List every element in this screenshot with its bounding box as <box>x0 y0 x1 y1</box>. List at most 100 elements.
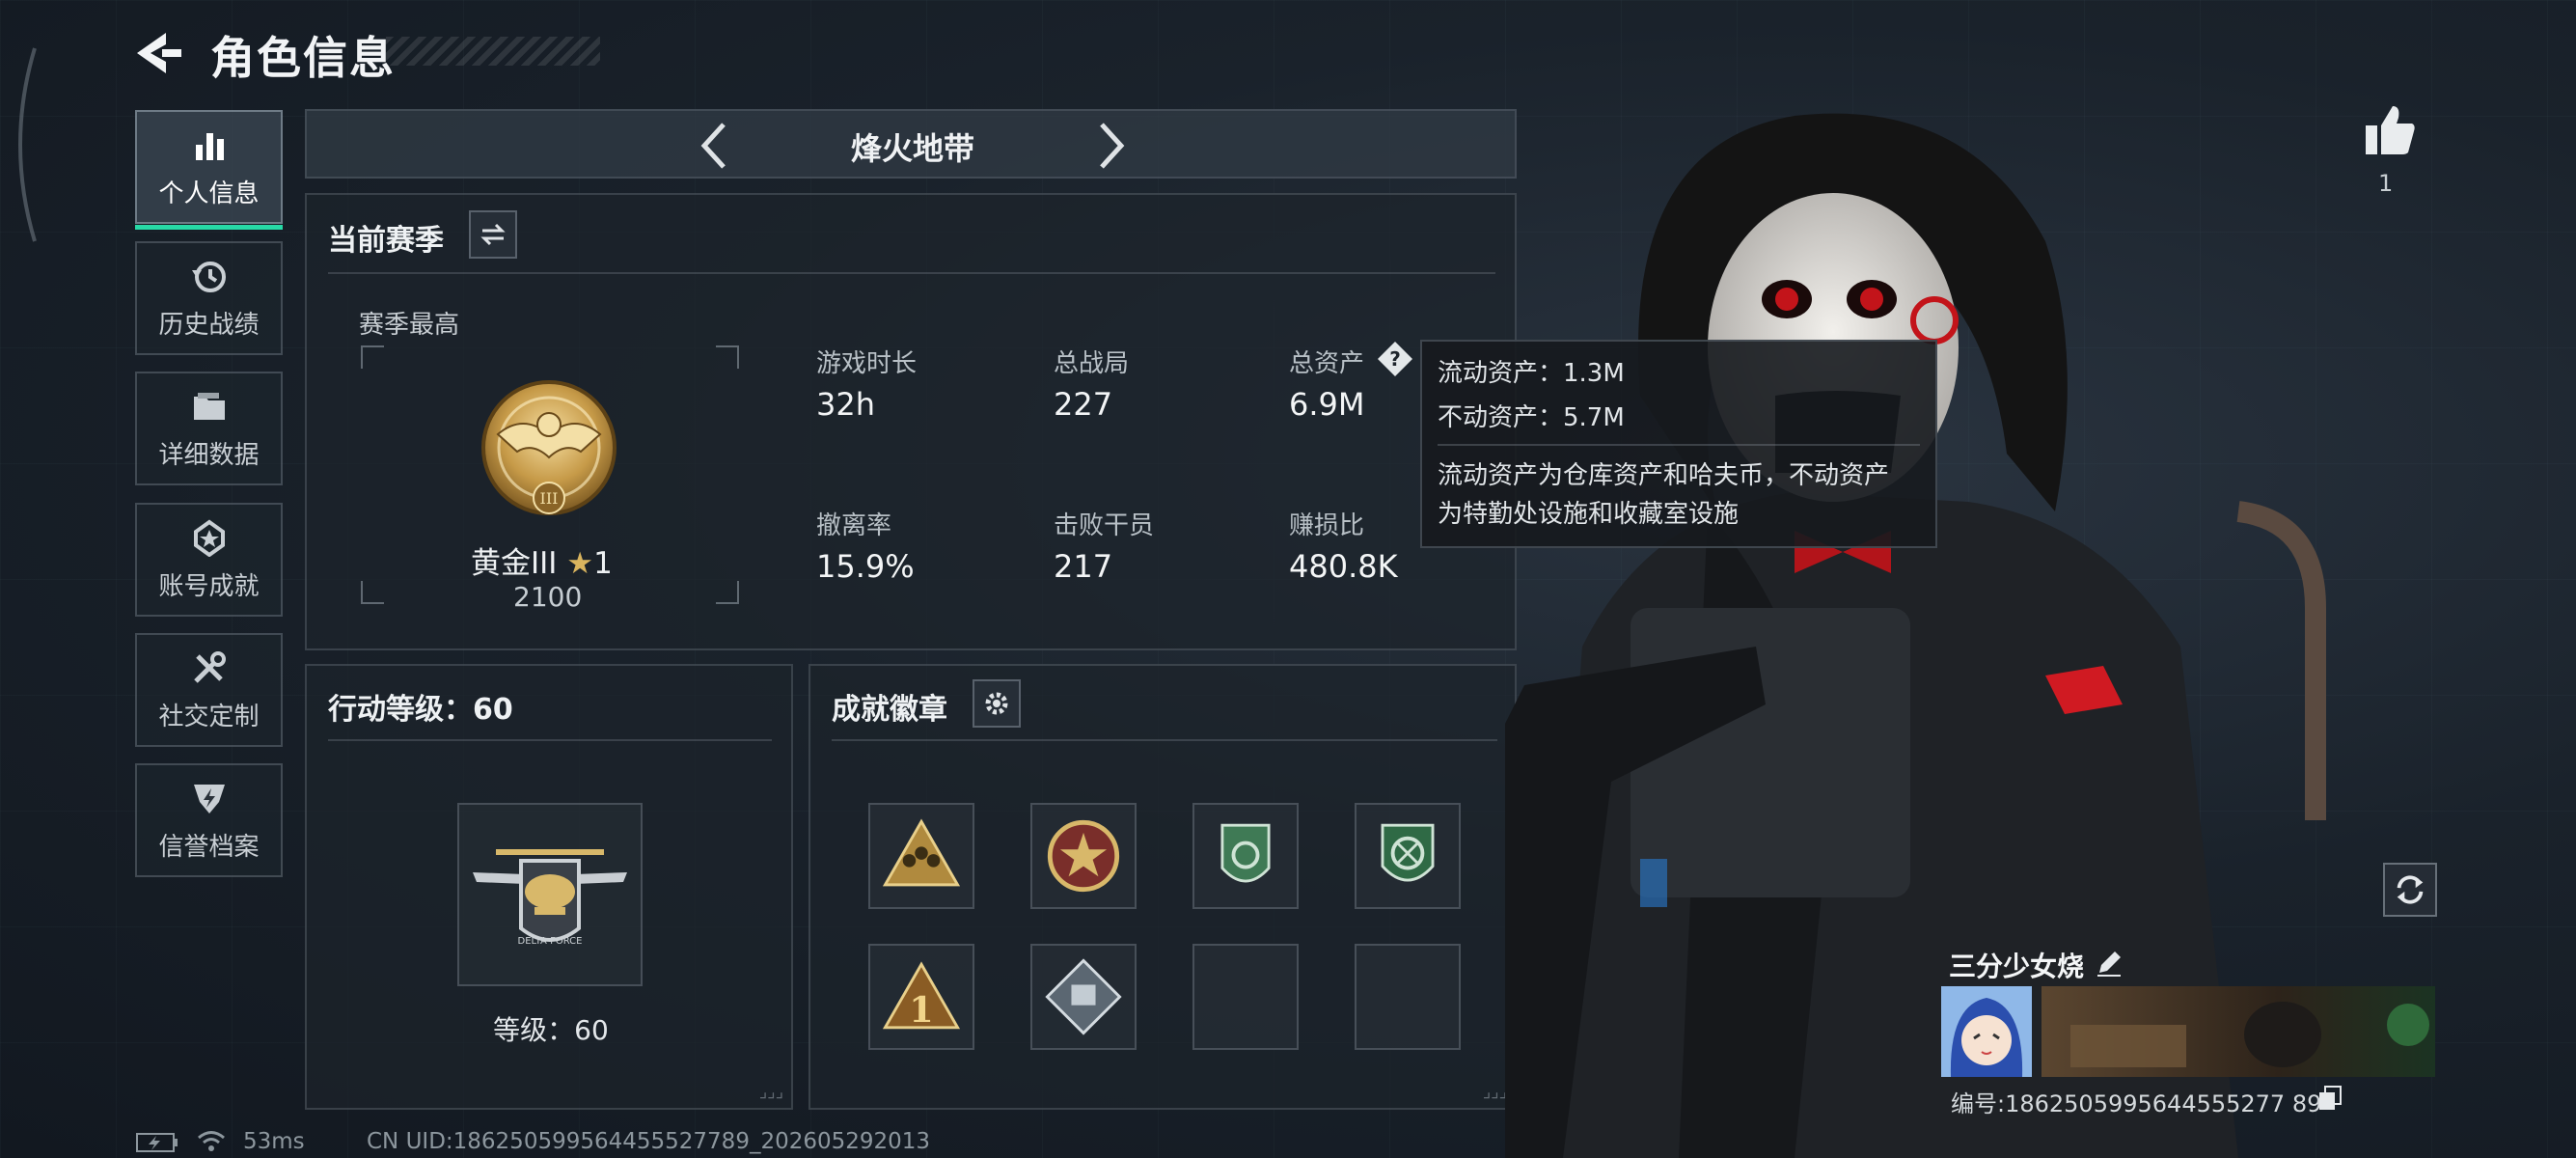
star-medal-badge-icon <box>1047 819 1120 893</box>
nav-item-credit-record[interactable]: 信誉档案 <box>135 763 283 877</box>
banner-image <box>2042 986 2435 1077</box>
green-target-badge-icon <box>1381 823 1435 882</box>
player-id: 编号:1862505995644555277 89 <box>1951 1090 2322 1117</box>
rank-name: 黄金III ★1 <box>471 538 613 582</box>
achievements-title: 成就徽章 <box>832 693 947 727</box>
shield-bolt-icon <box>193 784 225 813</box>
tooltip-description-line2: 为特勤处设施和收藏室设施 <box>1438 500 1740 529</box>
stat-label-profit-loss: 赚损比 <box>1289 511 1365 540</box>
achievement-badge-empty-8[interactable] <box>1355 944 1461 1050</box>
chevron-right-icon[interactable] <box>1094 121 1129 171</box>
level-emblem-frame: DELTA FORCE <box>457 803 643 986</box>
battery-charging-icon <box>136 1133 178 1152</box>
achievement-settings-button[interactable] <box>973 679 1021 728</box>
nav-label: 历史战绩 <box>158 310 260 340</box>
nav-item-personal-info[interactable]: 个人信息 <box>135 110 283 230</box>
wifi-icon <box>198 1131 225 1151</box>
nav-label: 信誉档案 <box>158 832 260 862</box>
tooltip-description-line1: 流动资产为仓库资产和哈夫币，不动资产 <box>1438 461 1890 490</box>
assets-tooltip: 流动资产：1.3M 不动资产：5.7M 流动资产为仓库资产和哈夫币，不动资产 为… <box>1420 340 1937 548</box>
achievement-badge-1[interactable] <box>868 803 974 909</box>
ping-text: 53ms <box>243 1129 305 1154</box>
folder-icon <box>193 392 225 420</box>
stat-label-extraction-rate: 撤离率 <box>816 511 892 540</box>
star-icon: ★ <box>566 546 594 581</box>
thumbs-up-icon[interactable] <box>2362 102 2418 158</box>
season-best-label: 赛季最高 <box>359 311 460 340</box>
nav-label: 个人信息 <box>158 179 260 208</box>
title-decoration <box>386 37 600 66</box>
achievement-badge-4[interactable] <box>1355 803 1461 909</box>
rank-name-text: 黄金III <box>471 546 558 581</box>
svg-text:?: ? <box>1389 347 1401 371</box>
rank-stars: 1 <box>593 546 613 581</box>
tooltip-liquid-assets: 流动资产：1.3M <box>1438 359 1625 388</box>
stat-value-kills: 217 <box>1054 548 1113 585</box>
switch-season-button[interactable] <box>469 210 517 259</box>
stat-value-play-time: 32h <box>816 386 875 423</box>
stat-value-total-matches: 227 <box>1054 386 1113 423</box>
avatar[interactable] <box>1941 986 2032 1077</box>
decorative-arc <box>18 47 37 242</box>
swap-icon <box>480 223 506 246</box>
nav-item-social-custom[interactable]: 社交定制 <box>135 633 283 747</box>
mode-title: 烽火地带 <box>850 130 974 167</box>
rank-points: 2100 <box>513 581 583 613</box>
action-level-title: 行动等级：60 <box>328 693 513 727</box>
panel-corner-decoration: ⌟⌟⌟ <box>1482 1082 1507 1102</box>
action-level-panel: 行动等级：60 DELTA FORCE 等级：60 ⌟⌟⌟ <box>305 664 793 1110</box>
like-count: 1 <box>2378 170 2394 197</box>
back-arrow-icon[interactable] <box>133 29 183 77</box>
svg-text:III: III <box>540 489 559 508</box>
achievement-badge-empty-7[interactable] <box>1192 944 1299 1050</box>
player-banner <box>2042 986 2435 1077</box>
achievement-badge-3[interactable] <box>1192 803 1299 909</box>
refresh-icon <box>2397 875 2424 904</box>
tooltip-divider <box>1438 444 1920 446</box>
page-title: 角色信息 <box>210 32 396 84</box>
achievement-badge-6[interactable] <box>1030 944 1137 1050</box>
helicopter-emblem-icon: DELTA FORCE <box>473 849 627 947</box>
history-icon <box>191 261 226 292</box>
help-icon[interactable]: ? <box>1376 340 1414 378</box>
nav-label: 详细数据 <box>158 440 260 470</box>
diamond-crate-badge-icon <box>1045 958 1122 1035</box>
achievement-badge-2[interactable] <box>1030 803 1137 909</box>
mode-selector: 烽火地带 <box>305 109 1517 179</box>
svg-text:1: 1 <box>909 989 933 1031</box>
season-title: 当前赛季 <box>328 224 444 258</box>
copy-icon[interactable] <box>2317 1085 2343 1112</box>
nav-item-achievements[interactable]: 账号成就 <box>135 503 283 617</box>
bar-chart-icon <box>195 132 224 160</box>
stat-label-play-time: 游戏时长 <box>816 349 918 378</box>
svg-text:DELTA FORCE: DELTA FORCE <box>518 936 583 947</box>
triangle-soldiers-badge-icon <box>882 818 961 887</box>
edit-pencil-icon[interactable] <box>2094 948 2124 979</box>
panel-corner-decoration: ⌟⌟⌟ <box>758 1082 783 1102</box>
level-text: 等级：60 <box>493 1014 609 1046</box>
tools-icon <box>193 650 226 683</box>
stat-value-total-assets: 6.9M <box>1289 386 1365 423</box>
rank-emblem-gold-iii: III <box>481 380 617 515</box>
player-name: 三分少女烧 <box>1949 951 2085 982</box>
stat-value-profit-loss: 480.8K <box>1289 548 1398 585</box>
stat-label-kills: 击败干员 <box>1054 511 1155 540</box>
nav-item-detailed-data[interactable]: 详细数据 <box>135 372 283 485</box>
uid-text: CN UID:186250599564455527789_20260529201… <box>367 1129 931 1154</box>
green-shield-badge-icon <box>1220 823 1271 883</box>
stat-label-total-matches: 总战局 <box>1054 349 1130 378</box>
achievement-icon <box>193 519 225 557</box>
nav-label: 社交定制 <box>158 702 260 731</box>
achievement-badge-5[interactable]: 1 <box>868 944 974 1050</box>
number-one-badge-icon: 1 <box>882 961 961 1031</box>
stat-label-total-assets: 总资产 <box>1289 349 1365 378</box>
refresh-button[interactable] <box>2383 863 2437 917</box>
achievements-panel: 成就徽章 1 ⌟⌟⌟ <box>808 664 1517 1110</box>
season-panel: 当前赛季 赛季最高 III 黄金III ★1 2100 游戏时长 32h 总战局… <box>305 193 1517 650</box>
anime-girl-avatar-icon <box>1941 986 2032 1077</box>
tooltip-fixed-assets: 不动资产：5.7M <box>1438 403 1625 432</box>
stat-value-extraction-rate: 15.9% <box>816 548 915 585</box>
gear-icon <box>985 692 1008 715</box>
nav-label: 账号成就 <box>158 571 260 601</box>
nav-item-history[interactable]: 历史战绩 <box>135 241 283 355</box>
